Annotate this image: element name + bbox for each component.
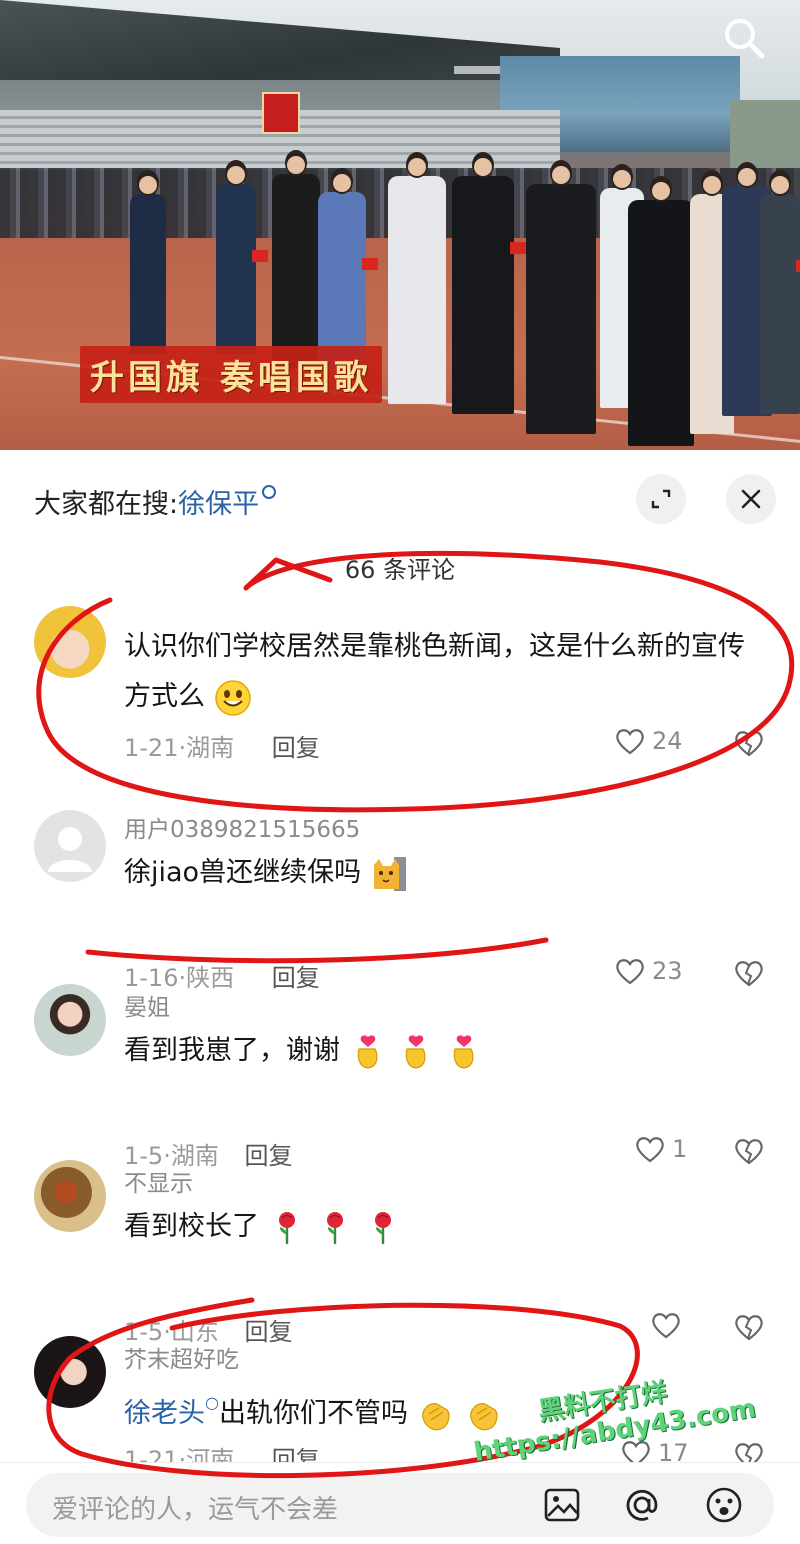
comment-text: 认识你们学校居然是靠桃色新闻，这是什么新的宣传方式么 [124,622,764,722]
video-person [130,194,166,354]
flag-icon [252,250,268,262]
video-person-face [703,176,721,194]
like-button[interactable]: 24 [614,726,683,756]
video-person-face [287,156,305,174]
avatar[interactable] [34,606,106,678]
comment-item: 用户0389821515665 徐jiao兽还继续保吗 1-16·陕西 回复 2… [0,806,800,992]
finger-heart-emoji-icon [357,1034,378,1069]
finger-heart-emoji-icon [453,1034,474,1069]
comment-text: 看到校长了 [124,1202,764,1252]
video-caption: 升国旗 奏唱国歌 [80,346,382,403]
comment-item: 认识你们学校居然是靠桃色新闻，这是什么新的宣传方式么 1-21·湖南 回复 24 [0,598,800,768]
trending-search-prefix: 大家都在搜: [34,489,179,520]
like-count: 23 [652,957,683,985]
heart-icon [616,959,644,985]
broken-heart-icon[interactable] [732,728,766,758]
comment-input[interactable]: 爱评论的人，运气不会差 [26,1473,774,1537]
video-person [452,176,514,414]
comment-body: 徐jiao兽还继续保吗 [124,857,362,888]
video-person-face [408,158,426,176]
video-person [318,192,366,368]
video-person-face [771,176,789,194]
video-person [628,200,694,446]
comment-hashtag-link[interactable]: 徐老头 [124,1398,205,1429]
trending-search[interactable]: 大家都在搜:徐保平 [34,482,277,521]
mention-icon[interactable] [622,1485,662,1525]
comment-input-bar: 爱评论的人，运气不会差 [0,1462,800,1544]
trending-search-term[interactable]: 徐保平 [178,489,259,520]
heart-icon [616,729,644,755]
comment-username[interactable]: 不显示 [124,1164,193,1198]
comment-text: 徐jiao兽还继续保吗 [124,848,764,898]
comment-body: 看到校长了 [124,1211,259,1242]
comment-username[interactable]: 芥末超好吃 [124,1340,239,1374]
video-person [526,184,596,434]
video-stadium-sign [454,66,500,74]
video-person-face [652,182,670,200]
avatar[interactable] [34,810,106,882]
video-person-face [474,158,492,176]
avatar[interactable] [34,984,106,1056]
reply-button[interactable]: 回复 [272,734,320,762]
video-person-face [738,168,756,186]
close-icon [741,489,761,509]
video-person-face [552,166,570,184]
default-avatar-icon [48,827,92,872]
search-icon [262,485,277,499]
comment-meta: 1-21·湖南 回复 [124,734,320,762]
like-count: 24 [652,727,683,755]
image-icon[interactable] [542,1485,582,1525]
rose-emoji-icon [278,1211,295,1244]
video-player[interactable]: 升国旗 奏唱国歌 [0,0,800,450]
finger-heart-emoji-icon [405,1034,426,1069]
flag-icon [510,242,526,254]
comment-text: 看到我崽了，谢谢 [124,1026,764,1076]
comment-body: 出轨你们不管吗 [218,1398,408,1429]
search-icon[interactable] [720,14,768,62]
expand-icon [651,489,671,509]
avatar[interactable] [34,1160,106,1232]
like-count: 1 [672,1135,688,1163]
rose-emoji-icon [326,1211,343,1244]
video-red-sign [262,92,300,134]
video-person-face [139,176,157,194]
avatar[interactable] [34,1336,106,1408]
comment-item: 不显示 看到校长了 1-5·山东 回复 [0,1160,800,1346]
expand-button[interactable] [636,474,686,524]
video-person-face [227,166,245,184]
video-person [272,174,320,368]
rose-emoji-group [268,1211,412,1244]
clap-emoji-icon [421,1402,450,1430]
like-button[interactable]: 23 [614,956,683,986]
comment-body: 看到我崽了，谢谢 [124,1035,340,1066]
grinning-emoji-icon [214,679,251,716]
comment-count: 66 条评论 [344,556,456,584]
flag-icon [362,258,378,270]
finger-heart-emoji-group [349,1034,493,1069]
comment-input-placeholder: 爱评论的人，运气不会差 [52,1495,339,1525]
video-person-face [613,170,631,188]
video-person [760,194,800,414]
video-person-face [333,174,351,192]
flag-icon [796,260,800,272]
comment-date: 1-21 [124,734,179,762]
emoji-icon[interactable] [704,1485,744,1525]
comment-username[interactable]: 用户0389821515665 [124,810,360,844]
video-hill [730,100,800,170]
rose-emoji-icon [374,1211,391,1244]
comment-username[interactable]: 晏姐 [124,988,170,1022]
comment-location: 湖南 [186,734,235,762]
cat-emoji-icon [373,856,406,891]
close-button[interactable] [726,474,776,524]
search-icon: ○ [205,1393,219,1412]
comment-item: 晏姐 看到我崽了，谢谢 1-5·湖南 回复 1 [0,984,800,1170]
video-person [388,176,446,404]
video-person [216,184,256,354]
